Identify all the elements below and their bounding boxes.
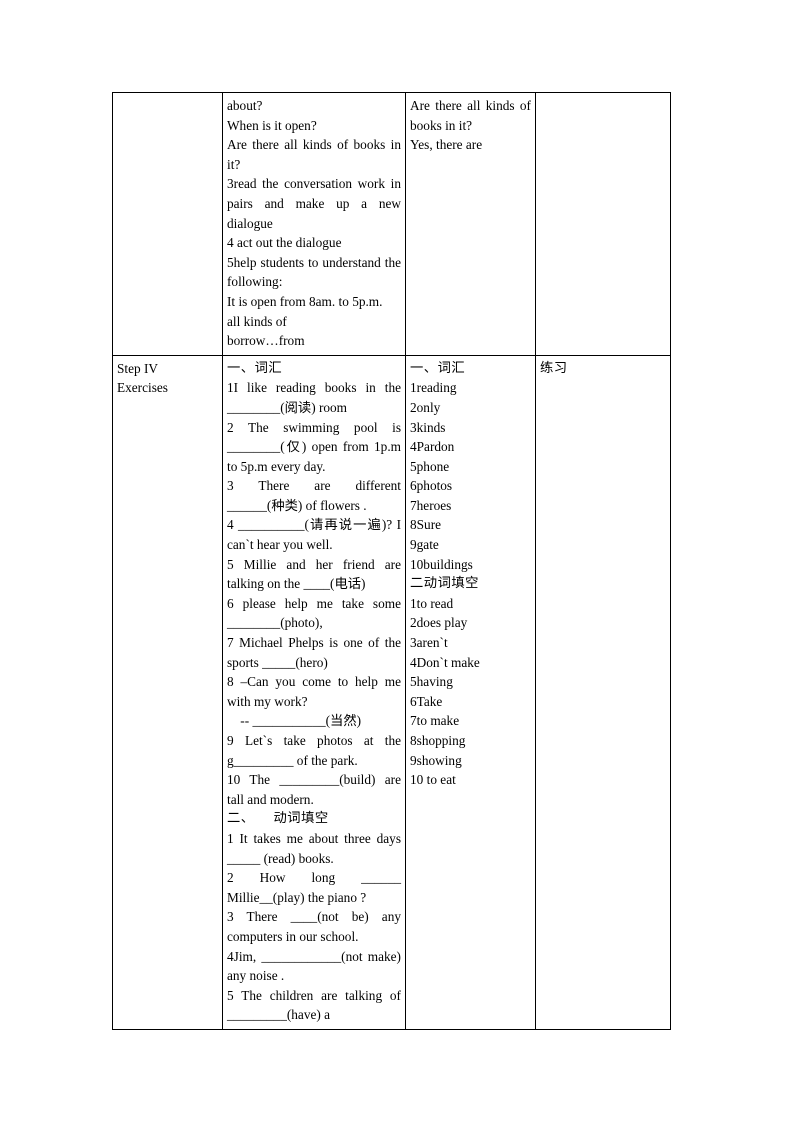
cell-teacher-1: about? When is it open? Are there all ki… — [222, 92, 406, 356]
answer-item: 6photos — [410, 478, 453, 494]
exercise-item: -- ___________(当然) — [227, 713, 362, 729]
answer-item: 4Don`t make — [410, 654, 480, 670]
section-heading-verb-fill: 二、 动词填空 — [227, 811, 329, 827]
answer-item: 9gate — [410, 537, 439, 553]
teacher-line: 3read the conversation work in pairs and… — [227, 176, 405, 231]
exercise-item: 1 It takes me about three days _____ (re… — [227, 830, 405, 866]
answer-item: 2only — [410, 399, 441, 415]
teacher-line: Are there all kinds of books in it? — [227, 137, 405, 172]
answer-item: 7to make — [410, 713, 460, 729]
cell-teacher-2: 一、词汇 1I like reading books in the ______… — [222, 354, 406, 1030]
section-heading-vocabulary: 一、词汇 — [227, 360, 283, 376]
cell-notes-1 — [535, 92, 671, 356]
answer-item: 8shopping — [410, 733, 466, 748]
exercise-item: 1I like reading books in the ________(阅读… — [227, 380, 405, 415]
exercise-item: 3 There ____(not be) any computers in ou… — [227, 909, 405, 944]
exercise-item: 4Jim, ____________(not make) any noise . — [227, 948, 405, 984]
answer-item: 1reading — [410, 380, 457, 396]
answer-item: 3kinds — [410, 419, 446, 435]
exercise-item: 3 There are different ______(种类) of flow… — [227, 478, 405, 513]
cell-student-1: Are there all kinds of books in it? Yes,… — [405, 92, 536, 356]
answer-item: 7heroes — [410, 497, 452, 513]
exercise-item: 5 Millie and her friend are talking on t… — [227, 556, 405, 592]
answer-heading-vocabulary: 一、词汇 — [410, 360, 466, 376]
answer-item: 4Pardon — [410, 439, 455, 455]
cell-step-2: Step IV Exercises — [112, 354, 223, 1030]
answer-item: 10buildings — [410, 556, 473, 572]
answer-heading-verb-fill: 二动词填空 — [410, 576, 479, 592]
exercise-item: 6 please help me take some ________(phot… — [227, 595, 405, 631]
table-row: about? When is it open? Are there all ki… — [112, 92, 671, 356]
exercise-item: 9 Let`s take photos at the g_________ of… — [227, 733, 405, 768]
answer-item: 8Sure — [410, 517, 442, 533]
exercise-item: 10 The _________(build) are tall and mod… — [227, 772, 405, 807]
cell-student-2: 一、词汇 1reading 2only 3kinds 4Pardon 5phon… — [405, 354, 536, 1030]
exercise-item: 8 –Can you come to help me with my work? — [227, 674, 405, 709]
exercise-item: 4 __________(请再说一遍)? I can`t hear you we… — [227, 517, 405, 553]
answer-item: 5phone — [410, 458, 450, 474]
teacher-line: 4 act out the dialogue — [227, 235, 342, 251]
exercise-item: 5 The children are talking of _________(… — [227, 987, 405, 1023]
teacher-line: about? — [227, 98, 263, 113]
cell-step-1 — [112, 92, 223, 356]
exercise-item: 7 Michael Phelps is one of the sports __… — [227, 635, 405, 670]
lesson-plan-table: about? When is it open? Are there all ki… — [112, 92, 671, 1030]
teacher-line: borrow…from — [227, 333, 305, 349]
teacher-line: It is open from 8am. to 5p.m. — [227, 293, 383, 309]
student-line: Yes, there are — [410, 137, 483, 153]
step-label: Step IV Exercises — [117, 360, 168, 396]
answer-item: 2does play — [410, 615, 468, 631]
answer-item: 5having — [410, 674, 453, 690]
teacher-line: When is it open? — [227, 117, 317, 133]
teacher-line: all kinds of — [227, 313, 287, 329]
exercise-item: 2 How long ______ Millie__(play) the pia… — [227, 870, 405, 905]
teacher-line: 5help students to understand the followi… — [227, 254, 405, 290]
answer-item: 9showing — [410, 752, 462, 768]
answer-item: 10 to eat — [410, 772, 456, 788]
student-line: Are there all kinds of books in it? — [410, 98, 535, 133]
document-page: about? When is it open? Are there all ki… — [0, 0, 794, 1123]
note-label: 练习 — [540, 360, 568, 376]
exercise-item: 2 The swimming pool is ________(仅) open … — [227, 419, 405, 474]
answer-item: 6Take — [410, 693, 443, 709]
cell-notes-2: 练习 — [535, 354, 671, 1030]
answer-item: 1to read — [410, 595, 454, 611]
table-row: Step IV Exercises 一、词汇 1I like reading b… — [112, 354, 671, 1030]
answer-item: 3aren`t — [410, 635, 448, 651]
